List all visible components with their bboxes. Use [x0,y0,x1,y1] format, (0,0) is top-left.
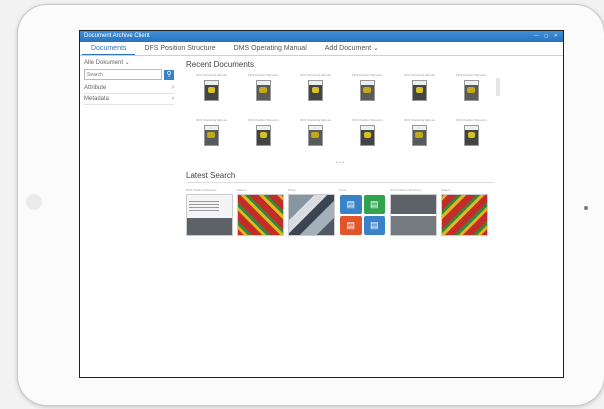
app-window: Document Archive Client — ◻ ✕ Documents … [79,30,564,378]
app-title: Document Archive Client [84,33,150,39]
document-label: DFS Position Structure [352,73,383,77]
latest-item[interactable]: Pattern [237,188,284,236]
tab-dfs-position-structure[interactable]: DFS Position Structure [135,42,224,55]
latest-search-grid: DFS Position Structure Pattern Photo Ico… [186,188,557,236]
chevron-right-icon: › [172,85,174,91]
document-label: DFS Operating Manual [196,73,227,77]
document-thumbnail [464,80,479,101]
tab-dms-operating-manual[interactable]: DMS Operating Manual [225,42,316,55]
document-label: DFS Operating Manual [404,73,435,77]
document-thumbnail [360,124,375,146]
latest-search-title: Latest Search [186,171,494,183]
facet-metadata[interactable]: Metadata › [84,94,174,105]
recent-documents-title: Recent Documents [186,60,255,69]
document-thumbnail [308,80,323,101]
document-label: DFS Position Structure [248,117,279,122]
document-card[interactable]: DFS Position Structure [446,118,497,158]
latest-item[interactable]: Photo [288,188,335,236]
document-thumbnail [360,80,375,101]
home-button[interactable] [26,194,42,210]
doc-red-icon: ▤ [340,216,362,235]
document-label: DFS Operating Manual [300,117,331,122]
window-controls[interactable]: — ◻ ✕ [534,31,560,42]
document-card[interactable]: DFS Operating Manual [290,73,341,113]
document-thumbnail [256,80,271,101]
latest-thumbnail [288,194,335,236]
chevron-right-icon: › [172,96,174,102]
latest-thumbnail [441,194,488,236]
document-label: DFS Position Structure [352,117,383,122]
tab-documents[interactable]: Documents [82,42,136,55]
search-row: ⚲ [84,69,174,80]
title-bar: Document Archive Client — ◻ ✕ [80,31,563,42]
document-thumbnail [412,124,427,146]
document-type-select[interactable]: Alle Dokument ⌄ [84,59,174,66]
document-label: DFS Operating Manual [300,73,331,77]
pagination-dots[interactable]: • • • [186,160,494,166]
document-label: DFS Position Structure [456,117,487,122]
document-card[interactable]: DFS Operating Manual [394,73,445,113]
main-content: Recent Documents DFS Operating Manual DF… [186,56,557,377]
latest-item[interactable]: DFS Position Structure [186,188,233,236]
document-label: DFS Position Structure [456,73,487,77]
latest-item[interactable]: DFS Position Structure [390,188,437,236]
doc-blue-icon: ▤ [340,195,362,214]
latest-thumbnail [186,194,233,236]
document-card[interactable]: DFS Operating Manual [394,118,445,158]
search-input[interactable] [84,69,163,80]
document-card[interactable]: DFS Position Structure [238,73,289,113]
camera [584,206,588,210]
facet-attribute[interactable]: Attribute › [84,83,174,94]
doc-blue-icon: ▤ [363,216,385,235]
sidebar: Alle Dokument ⌄ ⚲ Attribute › Metadata › [80,56,178,377]
document-label: DFS Position Structure [248,73,279,77]
document-card[interactable]: DFS Position Structure [446,73,497,113]
latest-thumbnail: ▤ ▤ ▤ ▤ [339,194,386,236]
document-card[interactable]: DFS Operating Manual [186,73,237,113]
document-card[interactable]: DFS Position Structure [342,73,393,113]
facet-label: Attribute [84,85,107,91]
tab-add-document[interactable]: Add Document ⌄ [316,42,388,55]
document-thumbnail [464,124,479,146]
document-thumbnail [204,124,219,146]
latest-thumbnail [390,194,437,236]
doc-green-icon: ▤ [363,195,385,214]
document-thumbnail [308,124,323,146]
latest-thumbnail [237,194,284,236]
document-thumbnail [256,124,271,146]
recent-documents-grid: DFS Operating Manual DFS Position Struct… [186,73,557,159]
document-card[interactable]: DFS Position Structure [342,118,393,158]
document-thumbnail [204,80,219,101]
latest-item[interactable]: Pattern [441,188,488,236]
tab-bar: Documents DFS Position Structure DMS Ope… [80,42,563,56]
document-card[interactable]: DFS Position Structure [238,118,289,158]
document-thumbnail [412,80,427,101]
search-icon[interactable]: ⚲ [164,69,174,80]
document-label: DFS Operating Manual [404,117,435,122]
document-card[interactable]: DFS Operating Manual [290,118,341,158]
document-card[interactable]: DFS Operating Manual [186,118,237,158]
facet-label: Metadata [84,96,110,102]
document-label: DFS Operating Manual [196,117,227,122]
latest-item[interactable]: Icons ▤ ▤ ▤ ▤ [339,188,386,236]
